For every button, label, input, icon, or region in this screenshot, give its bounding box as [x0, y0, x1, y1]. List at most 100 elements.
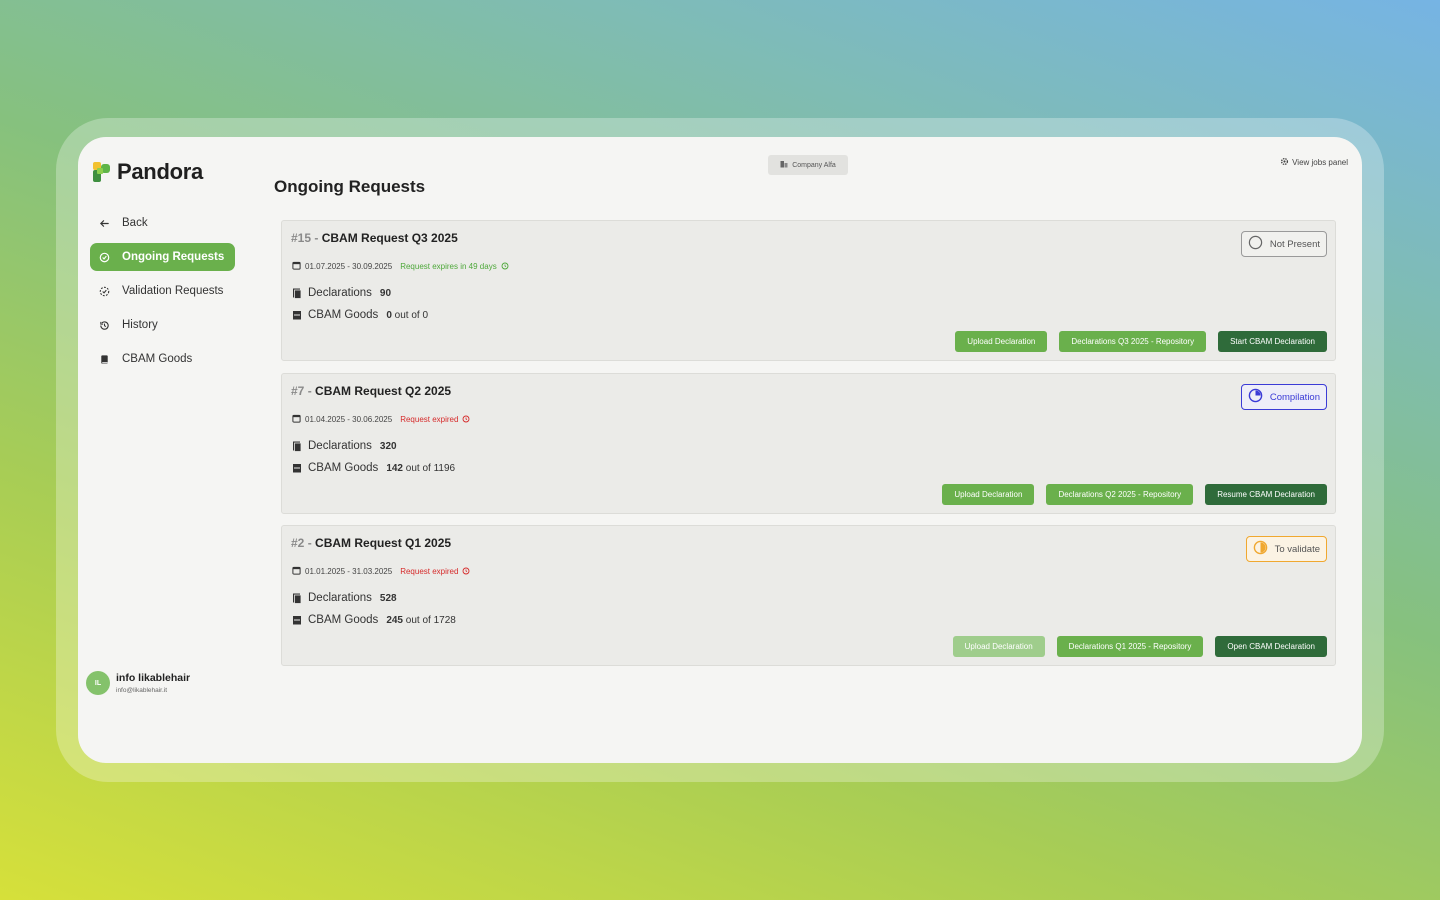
request-number: #2: [291, 536, 305, 550]
goods-total: 0: [422, 309, 429, 321]
request-card: #15 - CBAM Request Q3 2025 01.07.2025 - …: [281, 220, 1336, 361]
sidebar-item-label: Validation Requests: [122, 285, 224, 297]
gear-icon: [1280, 157, 1289, 168]
box-icon: [292, 310, 302, 321]
upload-declaration-button[interactable]: Upload Declaration: [952, 636, 1045, 657]
request-title: #7 - CBAM Request Q2 2025: [291, 384, 451, 398]
request-card: #7 - CBAM Request Q2 2025 01.04.2025 - 3…: [281, 373, 1336, 514]
declarations-label: Declarations: [308, 287, 372, 299]
request-title: #2 - CBAM Request Q1 2025: [291, 536, 451, 550]
sidebar-item-label: History: [122, 319, 158, 331]
upload-declaration-button[interactable]: Upload Declaration: [942, 484, 1035, 505]
calendar-icon: [292, 414, 301, 425]
arrow-left-icon: [98, 217, 110, 229]
repository-button[interactable]: Declarations Q3 2025 - Repository: [1059, 331, 1207, 352]
expiry-clock-icon: [462, 415, 470, 425]
goods-of: out of: [405, 614, 431, 626]
request-title: #15 - CBAM Request Q3 2025: [291, 231, 458, 245]
app-logo[interactable]: Pandora: [91, 159, 203, 185]
calendar-icon: [292, 261, 301, 272]
sidebar-item-back[interactable]: Back: [90, 209, 235, 237]
open-declaration-button[interactable]: Open CBAM Declaration: [1215, 636, 1327, 657]
title-separator: -: [311, 231, 322, 245]
date-range: 01.07.2025 - 30.09.2025: [305, 262, 393, 271]
target-icon: [98, 251, 110, 263]
card-actions: Upload Declaration Declarations Q3 2025 …: [955, 331, 1327, 352]
status-badge: Compilation: [1240, 384, 1327, 410]
declarations-count: 90: [379, 287, 392, 299]
repository-button[interactable]: Declarations Q1 2025 - Repository: [1056, 636, 1204, 657]
pandora-logo-icon: [91, 160, 113, 184]
cbam-goods-count: 245 out of 1728: [386, 615, 456, 626]
goods-of: out of: [394, 309, 420, 321]
goods-total: 1728: [433, 614, 456, 626]
declarations-count: 320: [379, 440, 397, 452]
request-name: CBAM Request Q3 2025: [321, 231, 458, 245]
goods-done: 0: [386, 309, 392, 321]
request-card: #2 - CBAM Request Q1 2025 01.01.2025 - 3…: [281, 525, 1336, 666]
title-separator: -: [304, 384, 316, 398]
start-declaration-button[interactable]: Start CBAM Declaration: [1218, 331, 1327, 352]
cbam-goods-label: CBAM Goods: [308, 462, 379, 474]
company-selector[interactable]: Company Alfa: [768, 155, 848, 175]
sidebar-item-cbam-goods[interactable]: CBAM Goods: [90, 345, 235, 373]
declarations-label: Declarations: [308, 440, 372, 452]
cbam-goods-label: CBAM Goods: [308, 309, 379, 321]
upload-declaration-button[interactable]: Upload Declaration: [955, 331, 1048, 352]
company-name: Company Alfa: [792, 161, 836, 169]
box-icon: [292, 463, 302, 474]
expiry-clock-icon: [462, 567, 470, 577]
declarations-stat: Declarations 320: [292, 440, 397, 452]
request-number: #15: [291, 231, 312, 245]
expiry-text: Request expires in 49 days: [400, 262, 497, 271]
sidebar-item-validation-requests[interactable]: Validation Requests: [90, 277, 235, 305]
status-badge: Not Present: [1240, 231, 1327, 257]
sidebar-item-label: CBAM Goods: [122, 353, 193, 365]
jobs-label: View jobs panel: [1292, 158, 1348, 167]
request-number: #7: [291, 384, 305, 398]
dashed-check-icon: [98, 285, 110, 297]
user-name: info likablehair: [116, 672, 191, 684]
sidebar-item-ongoing-requests[interactable]: Ongoing Requests: [90, 243, 235, 271]
declarations-count: 528: [379, 592, 397, 604]
calendar-icon: [292, 566, 301, 577]
building-icon: [780, 160, 788, 170]
expiry-text: Request expired: [400, 567, 459, 576]
sidebar-item-label: Back: [122, 217, 148, 229]
cbam-goods-count: 142 out of 1196: [386, 463, 455, 474]
box-icon: [292, 615, 302, 626]
avatar: IL: [86, 671, 110, 695]
app-name: Pandora: [117, 159, 203, 184]
goods-done: 245: [386, 614, 403, 626]
date-range: 01.04.2025 - 30.06.2025: [305, 415, 393, 424]
repository-button[interactable]: Declarations Q2 2025 - Repository: [1046, 484, 1194, 505]
expiry-clock-icon: [501, 262, 509, 272]
book-icon: [98, 353, 110, 365]
document-icon: [292, 593, 302, 604]
cbam-goods-count: 0 out of 0: [386, 310, 428, 321]
app-window: Pandora Back Ongoing Requests Validation…: [78, 137, 1362, 763]
half-circle-icon: [1253, 540, 1268, 558]
sidebar-item-label: Ongoing Requests: [122, 251, 225, 263]
request-dates: 01.01.2025 - 31.03.2025 Request expired: [292, 566, 470, 577]
request-dates: 01.07.2025 - 30.09.2025 Request expires …: [292, 261, 509, 272]
expiry-text: Request expired: [400, 415, 459, 424]
cbam-goods-stat: CBAM Goods 142 out of 1196: [292, 462, 455, 474]
cbam-goods-label: CBAM Goods: [308, 614, 379, 626]
date-range: 01.01.2025 - 31.03.2025: [305, 567, 393, 576]
cbam-goods-stat: CBAM Goods 245 out of 1728: [292, 614, 456, 626]
declarations-stat: Declarations 90: [292, 287, 391, 299]
page-title: Ongoing Requests: [274, 177, 426, 196]
request-dates: 01.04.2025 - 30.06.2025 Request expired: [292, 414, 470, 425]
sidebar-nav: Back Ongoing Requests Validation Request…: [90, 209, 235, 379]
goods-done: 142: [386, 462, 403, 474]
document-icon: [292, 441, 302, 452]
card-actions: Upload Declaration Declarations Q2 2025 …: [942, 484, 1327, 505]
resume-declaration-button[interactable]: Resume CBAM Declaration: [1205, 484, 1327, 505]
status-label: Not Present: [1269, 238, 1320, 250]
sidebar-item-history[interactable]: History: [90, 311, 235, 339]
status-label: To validate: [1274, 543, 1320, 555]
user-profile[interactable]: IL info likablehair info@likablehair.it: [86, 671, 190, 695]
view-jobs-panel-link[interactable]: View jobs panel: [1280, 157, 1348, 168]
declarations-label: Declarations: [308, 592, 372, 604]
